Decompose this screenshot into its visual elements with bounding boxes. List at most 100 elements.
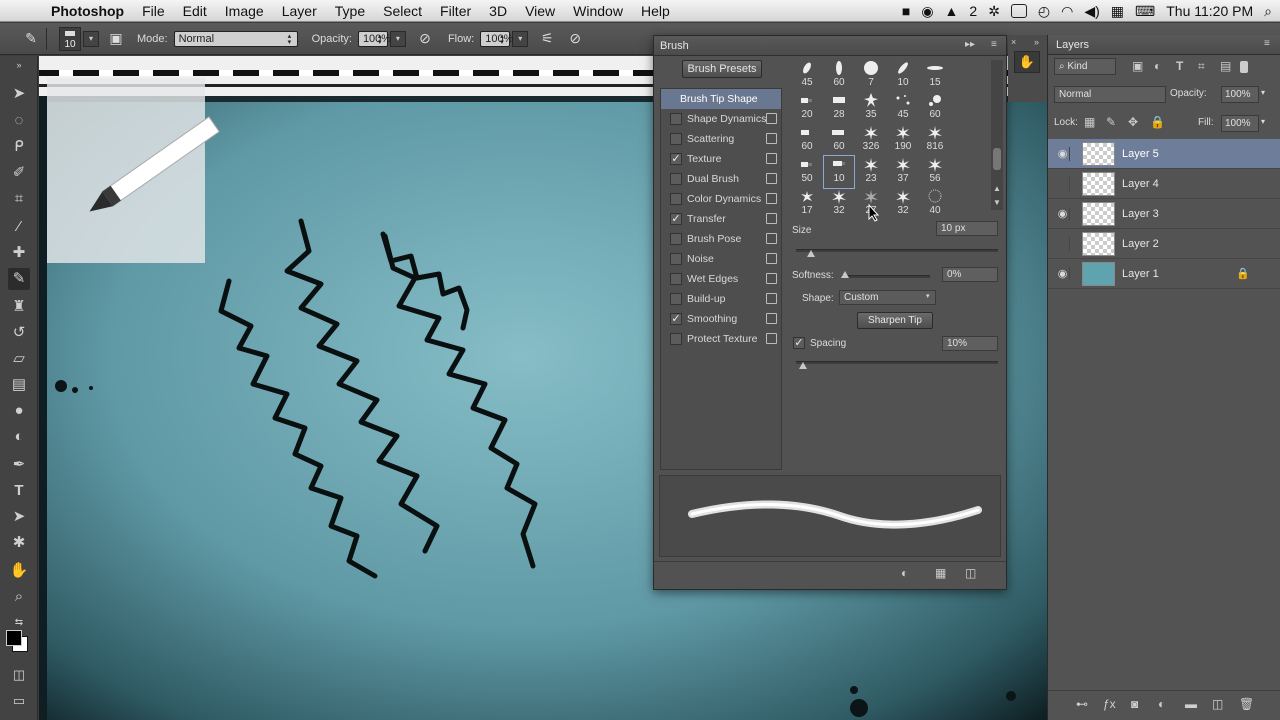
brush-presets-dock-icon[interactable]: ✋ <box>1014 51 1040 73</box>
shape-tool-icon[interactable]: ✱ <box>8 532 30 554</box>
marquee-tool-icon[interactable]: ◌ <box>8 110 30 132</box>
lock-icon[interactable] <box>766 213 777 224</box>
dual-brush-checkbox[interactable] <box>670 173 682 185</box>
spacing-checkbox[interactable]: ✓ <box>793 337 805 349</box>
opacity-dropdown-icon[interactable]: ▾ <box>389 30 406 47</box>
calendar-icon[interactable]: ▦ <box>1111 3 1124 20</box>
scroll-down-icon[interactable]: ▼ <box>991 198 1003 210</box>
airbrush-icon[interactable]: ⚟ <box>536 28 558 50</box>
brush-tip[interactable]: 20 <box>792 92 822 124</box>
lock-icon[interactable] <box>766 273 777 284</box>
visibility-toggle-empty[interactable] <box>1056 177 1070 191</box>
brush-preset-picker[interactable]: 10 <box>59 26 81 51</box>
layer-name[interactable]: Layer 1 <box>1122 268 1159 280</box>
lock-icon[interactable] <box>766 113 777 124</box>
scattering-item[interactable]: Scattering <box>661 129 781 149</box>
brush-panel-header[interactable]: Brush ▸▸ ≡ <box>654 36 1006 56</box>
brush-tip[interactable]: 15 <box>920 60 950 92</box>
texture-checkbox[interactable]: ✓ <box>670 153 682 165</box>
zoom-tool-icon[interactable]: ⌕ <box>8 586 30 608</box>
brush-tip-selected[interactable]: 10 <box>823 155 855 189</box>
shape-dynamics-item[interactable]: Shape Dynamics <box>661 109 781 129</box>
delete-layer-icon[interactable]: 🗑 <box>1239 697 1254 711</box>
filter-adjustment-icon[interactable]: ◐ <box>1154 59 1161 73</box>
transfer-item[interactable]: ✓ Transfer <box>661 209 781 229</box>
kind-filter-select[interactable]: ⌕ Kind <box>1054 58 1116 75</box>
brush-tip-shape-item[interactable]: Brush Tip Shape <box>661 89 781 109</box>
lock-position-icon[interactable]: ✥ <box>1128 115 1138 129</box>
smoothing-checkbox[interactable]: ✓ <box>670 313 682 325</box>
eraser-tool-icon[interactable]: ▱ <box>8 348 30 370</box>
softness-slider[interactable] <box>842 275 930 278</box>
sharpen-tip-button[interactable]: Sharpen Tip <box>857 312 933 329</box>
blend-mode-select[interactable]: Normal <box>1054 86 1166 103</box>
brush-tip[interactable]: 326 <box>856 124 886 156</box>
scroll-thumb[interactable] <box>993 148 1001 170</box>
fill-field[interactable]: 100% <box>1221 115 1259 132</box>
filter-toggle-icon[interactable] <box>1240 61 1248 73</box>
layer-row[interactable]: ◉ Layer 1 🔒 <box>1048 259 1280 289</box>
spacing-field[interactable]: 10% <box>942 336 998 351</box>
lock-icon[interactable] <box>766 233 777 244</box>
opacity-dropdown-icon[interactable]: ▾ <box>1261 88 1265 97</box>
protect-texture-checkbox[interactable] <box>670 333 682 345</box>
noise-checkbox[interactable] <box>670 253 682 265</box>
dual-brush-item[interactable]: Dual Brush <box>661 169 781 189</box>
filter-type-icon[interactable]: T <box>1176 59 1183 73</box>
move-tool-icon[interactable]: ➤ <box>8 83 30 105</box>
create-new-brush-icon[interactable]: ◫ <box>965 566 976 580</box>
brush-tip[interactable]: 10 <box>888 60 918 92</box>
brush-tip[interactable]: 32 <box>888 188 918 220</box>
time-machine-icon[interactable]: ◴ <box>1038 3 1050 20</box>
layer-name[interactable]: Layer 2 <box>1122 238 1159 250</box>
link-layers-icon[interactable]: ⊷ <box>1076 697 1088 711</box>
brush-tip[interactable]: 60 <box>824 60 854 92</box>
brush-tip[interactable]: 37 <box>888 156 918 188</box>
color-dynamics-checkbox[interactable] <box>670 193 682 205</box>
transfer-checkbox[interactable]: ✓ <box>670 213 682 225</box>
brush-tip[interactable]: 7 <box>856 60 886 92</box>
brush-tip[interactable]: 190 <box>888 124 918 156</box>
new-layer-icon[interactable]: ◫ <box>1212 697 1223 711</box>
brush-presets-button[interactable]: Brush Presets <box>682 60 762 78</box>
crop-tool-icon[interactable]: ⌗ <box>8 188 30 210</box>
hand-tool-icon[interactable]: ✋ <box>8 560 30 582</box>
size-slider-thumb[interactable] <box>807 250 815 257</box>
lock-icon[interactable] <box>766 133 777 144</box>
menu-clock[interactable]: Thu 11:20 PM <box>1166 3 1253 19</box>
menu-file[interactable]: File <box>133 3 174 19</box>
wifi-icon[interactable]: ◠ <box>1061 3 1073 20</box>
protect-texture-item[interactable]: Protect Texture <box>661 329 781 349</box>
menu-filter[interactable]: Filter <box>431 3 480 19</box>
layer-row[interactable]: Layer 2 <box>1048 229 1280 259</box>
build-up-checkbox[interactable] <box>670 293 682 305</box>
spacing-slider-thumb[interactable] <box>799 362 807 369</box>
brush-tip[interactable]: 56 <box>920 156 950 188</box>
menu-select[interactable]: Select <box>374 3 431 19</box>
flow-field[interactable]: 100% <box>480 30 513 47</box>
lock-transparent-pixels-icon[interactable]: ▦ <box>1084 115 1095 129</box>
path-selection-tool-icon[interactable]: ➤ <box>8 506 30 528</box>
smoothing-item[interactable]: ✓ Smoothing <box>661 309 781 329</box>
brush-tool-icon[interactable]: ✎ <box>20 28 42 50</box>
lock-icon[interactable] <box>766 173 777 184</box>
healing-brush-tool-icon[interactable]: ✚ <box>8 242 30 264</box>
panel-collapse-icon[interactable]: ▸▸ <box>965 39 975 50</box>
size-field[interactable]: 10 px <box>936 221 998 236</box>
filter-shape-icon[interactable]: ⌗ <box>1198 59 1205 74</box>
quick-mask-icon[interactable]: ◫ <box>8 664 30 686</box>
eyedropper-tool-icon[interactable]: ⁄ <box>8 216 30 238</box>
lock-icon[interactable] <box>766 293 777 304</box>
camera-icon[interactable]: ■ <box>902 3 910 19</box>
spacing-slider[interactable] <box>796 361 998 364</box>
lock-icon[interactable] <box>766 333 777 344</box>
layer-name[interactable]: Layer 4 <box>1122 178 1159 190</box>
brush-tip[interactable]: 816 <box>920 124 950 156</box>
menu-edit[interactable]: Edit <box>174 3 216 19</box>
keyboard-icon[interactable]: ⌨ <box>1135 3 1155 20</box>
lock-image-pixels-icon[interactable]: ✎ <box>1106 115 1116 129</box>
visibility-eye-icon[interactable]: ◉ <box>1056 267 1070 281</box>
shape-select[interactable]: Custom <box>839 290 936 305</box>
scattering-checkbox[interactable] <box>670 133 682 145</box>
noise-item[interactable]: Noise <box>661 249 781 269</box>
